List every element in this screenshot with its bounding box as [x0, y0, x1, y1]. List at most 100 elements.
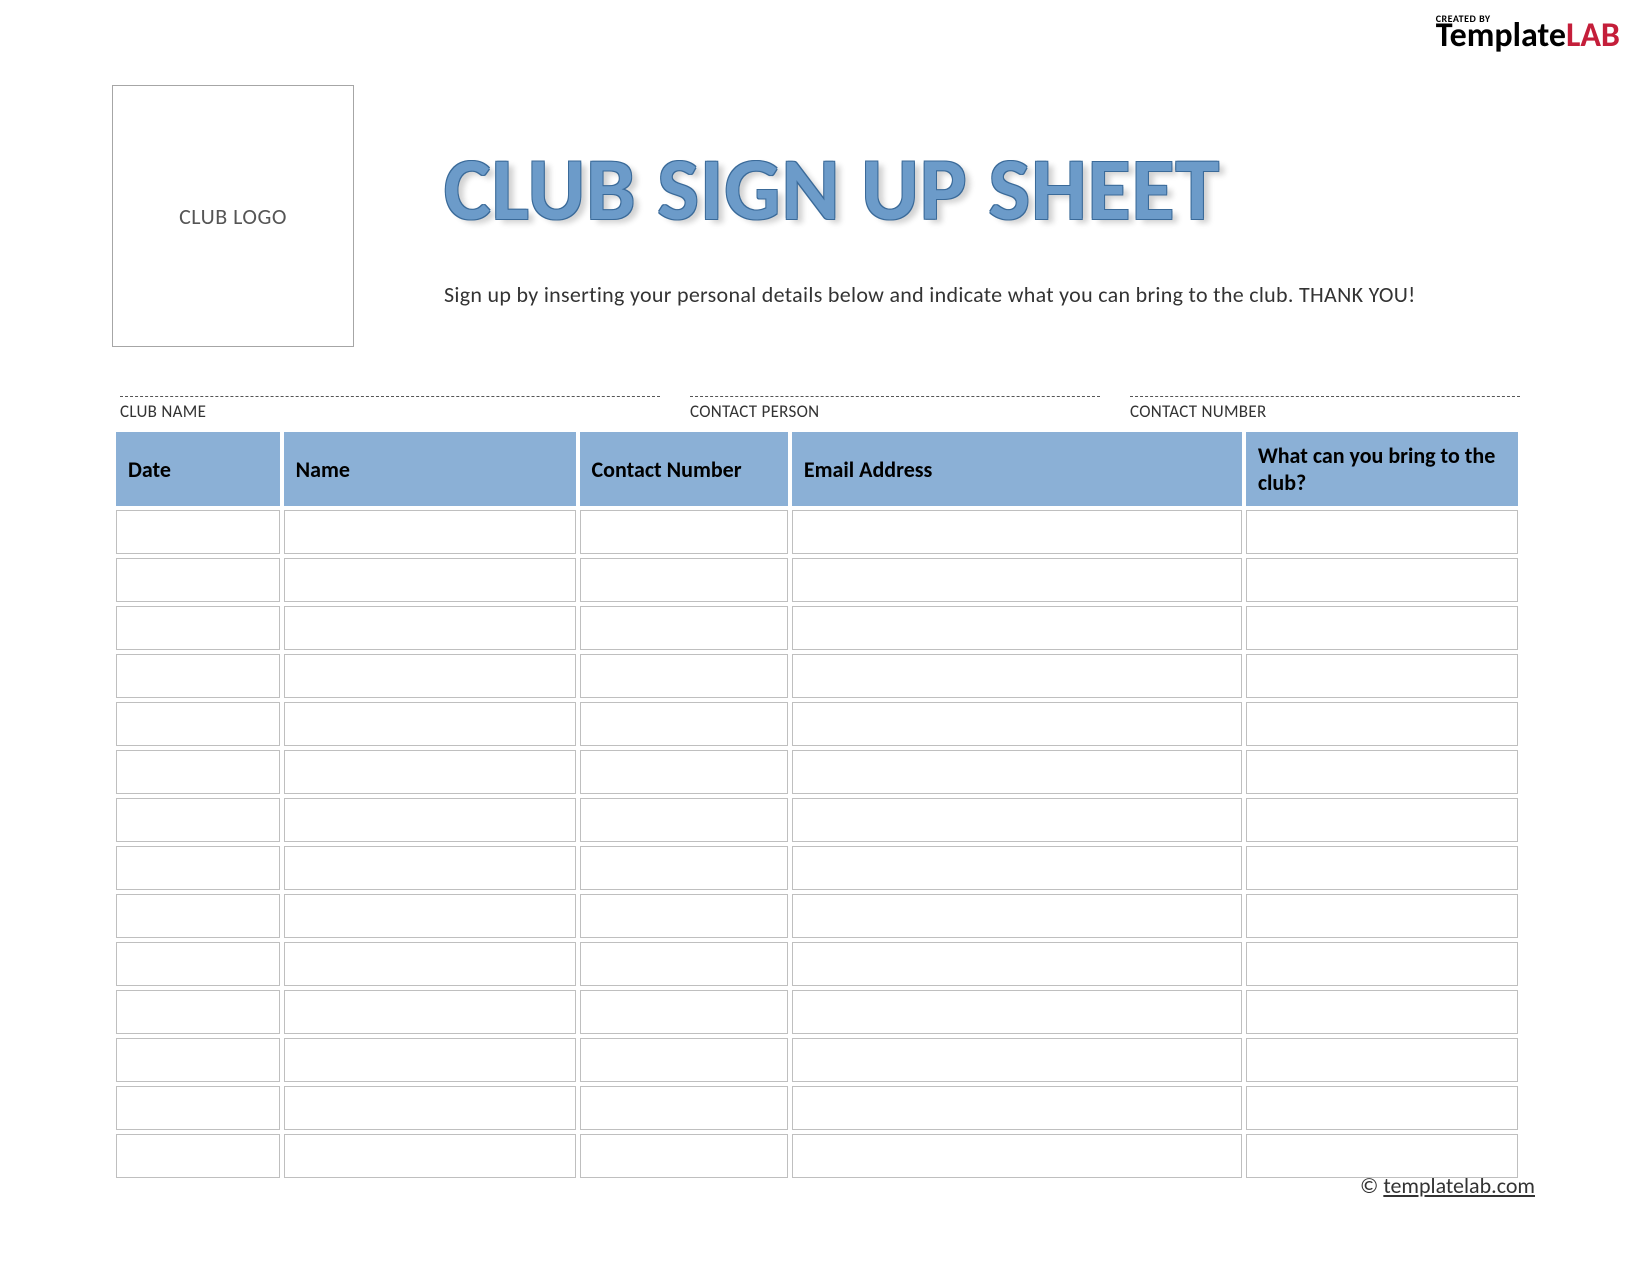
cell-name[interactable] — [284, 990, 576, 1034]
cell-email[interactable] — [792, 750, 1242, 794]
cell-email[interactable] — [792, 558, 1242, 602]
cell-date[interactable] — [116, 510, 280, 554]
page-title: CLUB SIGN UP SHEET — [444, 145, 1416, 233]
cell-cnum[interactable] — [580, 750, 788, 794]
cell-date[interactable] — [116, 606, 280, 650]
contact-number-label: CONTACT NUMBER — [1130, 401, 1520, 422]
cell-email[interactable] — [792, 846, 1242, 890]
table-row — [116, 654, 1518, 698]
cell-cnum[interactable] — [580, 846, 788, 890]
cell-name[interactable] — [284, 798, 576, 842]
cell-bring[interactable] — [1246, 990, 1518, 1034]
cell-cnum[interactable] — [580, 702, 788, 746]
cell-name[interactable] — [284, 702, 576, 746]
table-row — [116, 702, 1518, 746]
cell-bring[interactable] — [1246, 846, 1518, 890]
cell-cnum[interactable] — [580, 654, 788, 698]
cell-email[interactable] — [792, 654, 1242, 698]
cell-date[interactable] — [116, 750, 280, 794]
cell-email[interactable] — [792, 894, 1242, 938]
cell-cnum[interactable] — [580, 990, 788, 1034]
cell-email[interactable] — [792, 798, 1242, 842]
cell-bring[interactable] — [1246, 1038, 1518, 1082]
footer-link[interactable]: templatelab.com — [1383, 1172, 1535, 1199]
cell-date[interactable] — [116, 1134, 280, 1178]
cell-name[interactable] — [284, 558, 576, 602]
cell-bring[interactable] — [1246, 558, 1518, 602]
cell-name[interactable] — [284, 1134, 576, 1178]
cell-cnum[interactable] — [580, 1038, 788, 1082]
brand-name-part1: Template — [1436, 15, 1566, 56]
cell-bring[interactable] — [1246, 798, 1518, 842]
th-bring: What can you bring to the club? — [1246, 432, 1518, 506]
table-row — [116, 606, 1518, 650]
contact-person-field[interactable]: CONTACT PERSON — [690, 395, 1100, 422]
cell-date[interactable] — [116, 846, 280, 890]
contact-number-blank — [1130, 395, 1520, 397]
brand-name-part2: LAB — [1566, 15, 1620, 56]
cell-bring[interactable] — [1246, 510, 1518, 554]
footer: © templatelab.com — [1360, 1172, 1535, 1199]
th-name: Name — [284, 432, 576, 506]
brand-name: TemplateLAB — [1436, 21, 1620, 52]
cell-cnum[interactable] — [580, 894, 788, 938]
cell-cnum[interactable] — [580, 606, 788, 650]
club-name-blank — [120, 395, 660, 397]
cell-email[interactable] — [792, 1038, 1242, 1082]
contact-number-field[interactable]: CONTACT NUMBER — [1130, 395, 1520, 422]
cell-date[interactable] — [116, 990, 280, 1034]
cell-cnum[interactable] — [580, 1086, 788, 1130]
cell-bring[interactable] — [1246, 1086, 1518, 1130]
cell-name[interactable] — [284, 1038, 576, 1082]
header-row: CLUB LOGO CLUB SIGN UP SHEET Sign up by … — [112, 85, 1650, 347]
cell-cnum[interactable] — [580, 798, 788, 842]
cell-name[interactable] — [284, 1086, 576, 1130]
cell-bring[interactable] — [1246, 942, 1518, 986]
cell-cnum[interactable] — [580, 942, 788, 986]
cell-bring[interactable] — [1246, 702, 1518, 746]
table-row — [116, 1134, 1518, 1178]
club-name-label: CLUB NAME — [120, 401, 660, 422]
cell-date[interactable] — [116, 558, 280, 602]
club-name-field[interactable]: CLUB NAME — [120, 395, 660, 422]
cell-cnum[interactable] — [580, 558, 788, 602]
cell-name[interactable] — [284, 894, 576, 938]
cell-name[interactable] — [284, 942, 576, 986]
cell-bring[interactable] — [1246, 750, 1518, 794]
cell-date[interactable] — [116, 798, 280, 842]
cell-bring[interactable] — [1246, 654, 1518, 698]
table-row — [116, 798, 1518, 842]
cell-email[interactable] — [792, 1134, 1242, 1178]
cell-date[interactable] — [116, 702, 280, 746]
cell-date[interactable] — [116, 654, 280, 698]
cell-cnum[interactable] — [580, 1134, 788, 1178]
cell-name[interactable] — [284, 654, 576, 698]
table-row — [116, 750, 1518, 794]
cell-email[interactable] — [792, 606, 1242, 650]
cell-name[interactable] — [284, 750, 576, 794]
th-email: Email Address — [792, 432, 1242, 506]
cell-date[interactable] — [116, 942, 280, 986]
cell-date[interactable] — [116, 1086, 280, 1130]
club-logo-placeholder[interactable]: CLUB LOGO — [112, 85, 354, 347]
cell-email[interactable] — [792, 702, 1242, 746]
cell-name[interactable] — [284, 606, 576, 650]
cell-email[interactable] — [792, 1086, 1242, 1130]
cell-email[interactable] — [792, 990, 1242, 1034]
subtitle: Sign up by inserting your personal detai… — [444, 281, 1416, 308]
table-row — [116, 510, 1518, 554]
table-row — [116, 942, 1518, 986]
cell-email[interactable] — [792, 510, 1242, 554]
cell-date[interactable] — [116, 1038, 280, 1082]
cell-name[interactable] — [284, 846, 576, 890]
table-row — [116, 894, 1518, 938]
cell-cnum[interactable] — [580, 510, 788, 554]
cell-bring[interactable] — [1246, 894, 1518, 938]
table-row — [116, 846, 1518, 890]
cell-name[interactable] — [284, 510, 576, 554]
cell-email[interactable] — [792, 942, 1242, 986]
cell-date[interactable] — [116, 894, 280, 938]
title-area: CLUB SIGN UP SHEET Sign up by inserting … — [444, 85, 1416, 308]
table-row — [116, 1038, 1518, 1082]
cell-bring[interactable] — [1246, 606, 1518, 650]
